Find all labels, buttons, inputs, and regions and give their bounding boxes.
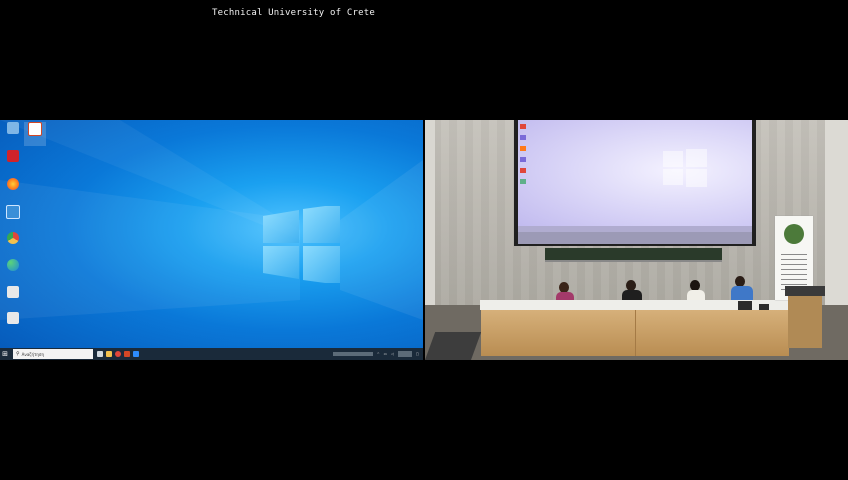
notifications-icon[interactable]: ▢ [416, 352, 419, 356]
file-explorer-icon[interactable] [106, 351, 112, 357]
search-placeholder: Αναζήτηση [21, 351, 45, 357]
lectern [788, 288, 822, 348]
laptop-2 [759, 304, 769, 310]
projected-desktop-icons [520, 124, 528, 184]
wallpaper-light-beams [0, 120, 423, 320]
zoom-taskbar-icon[interactable] [133, 351, 139, 357]
banner-text-lines [781, 250, 807, 290]
start-button[interactable]: ⊞ [0, 348, 10, 360]
desktop-icon-recycle-bin[interactable] [2, 122, 24, 146]
taskbar-pinned-apps [97, 351, 139, 357]
wall-pillar-right [825, 120, 848, 305]
tray-notification-item[interactable] [332, 352, 373, 356]
powerpoint-taskbar-icon[interactable] [124, 351, 130, 357]
video-caption: Technical University of Crete [212, 8, 375, 18]
desktop-icon-chrome[interactable] [2, 232, 24, 256]
volume-icon[interactable]: ◁ [391, 352, 394, 356]
chrome-icon [7, 232, 19, 244]
taskbar-search-box[interactable]: ⚲ Αναζήτηση [13, 349, 93, 359]
wall-pillar-left [425, 120, 435, 305]
firefox-icon [7, 178, 19, 190]
chrome-taskbar-icon[interactable] [115, 351, 121, 357]
desktop-icon-edge[interactable] [2, 259, 24, 283]
quiz-app-2-icon [7, 312, 19, 324]
edge-icon [7, 259, 19, 271]
shared-desktop: ⊞ ⚲ Αναζήτηση ^ ▭ ◁ ▢ [0, 120, 423, 360]
windows-logo [263, 206, 340, 283]
taskbar: ⊞ ⚲ Αναζήτηση ^ ▭ ◁ ▢ [0, 348, 423, 360]
powerpoint-file-icon [28, 122, 42, 136]
search-icon: ⚲ [16, 351, 20, 357]
banner-tree-logo [784, 224, 804, 244]
laptop [738, 301, 752, 310]
network-icon[interactable]: ▭ [384, 352, 387, 356]
projector-screen [518, 120, 752, 232]
desktop-icon-quiz-2[interactable] [2, 312, 24, 336]
task-view-icon[interactable] [97, 351, 103, 357]
desktop-icon-firefox[interactable] [2, 178, 24, 202]
recycle-bin-icon [7, 122, 19, 134]
desktop-icon-webcam[interactable] [2, 205, 24, 229]
chalkboard [545, 248, 722, 262]
system-tray: ^ ▭ ◁ ▢ [332, 348, 419, 360]
lectern-top [785, 286, 825, 296]
acrobat-reader-icon [7, 150, 19, 162]
windows-start-icon: ⊞ [2, 350, 8, 358]
projected-windows-logo [663, 149, 707, 187]
webcam-app-icon [6, 205, 20, 219]
chevron-up-icon[interactable]: ^ [377, 352, 380, 356]
desktop-icon-powerpoint-file[interactable] [24, 122, 46, 146]
desktop-icon-quiz[interactable] [2, 286, 24, 310]
projector-screen-bottom [518, 232, 752, 244]
room-camera-feed [425, 120, 848, 360]
desktop-icon-acrobat[interactable] [2, 150, 24, 174]
quiz-app-icon [7, 286, 19, 298]
clock[interactable] [397, 351, 412, 357]
